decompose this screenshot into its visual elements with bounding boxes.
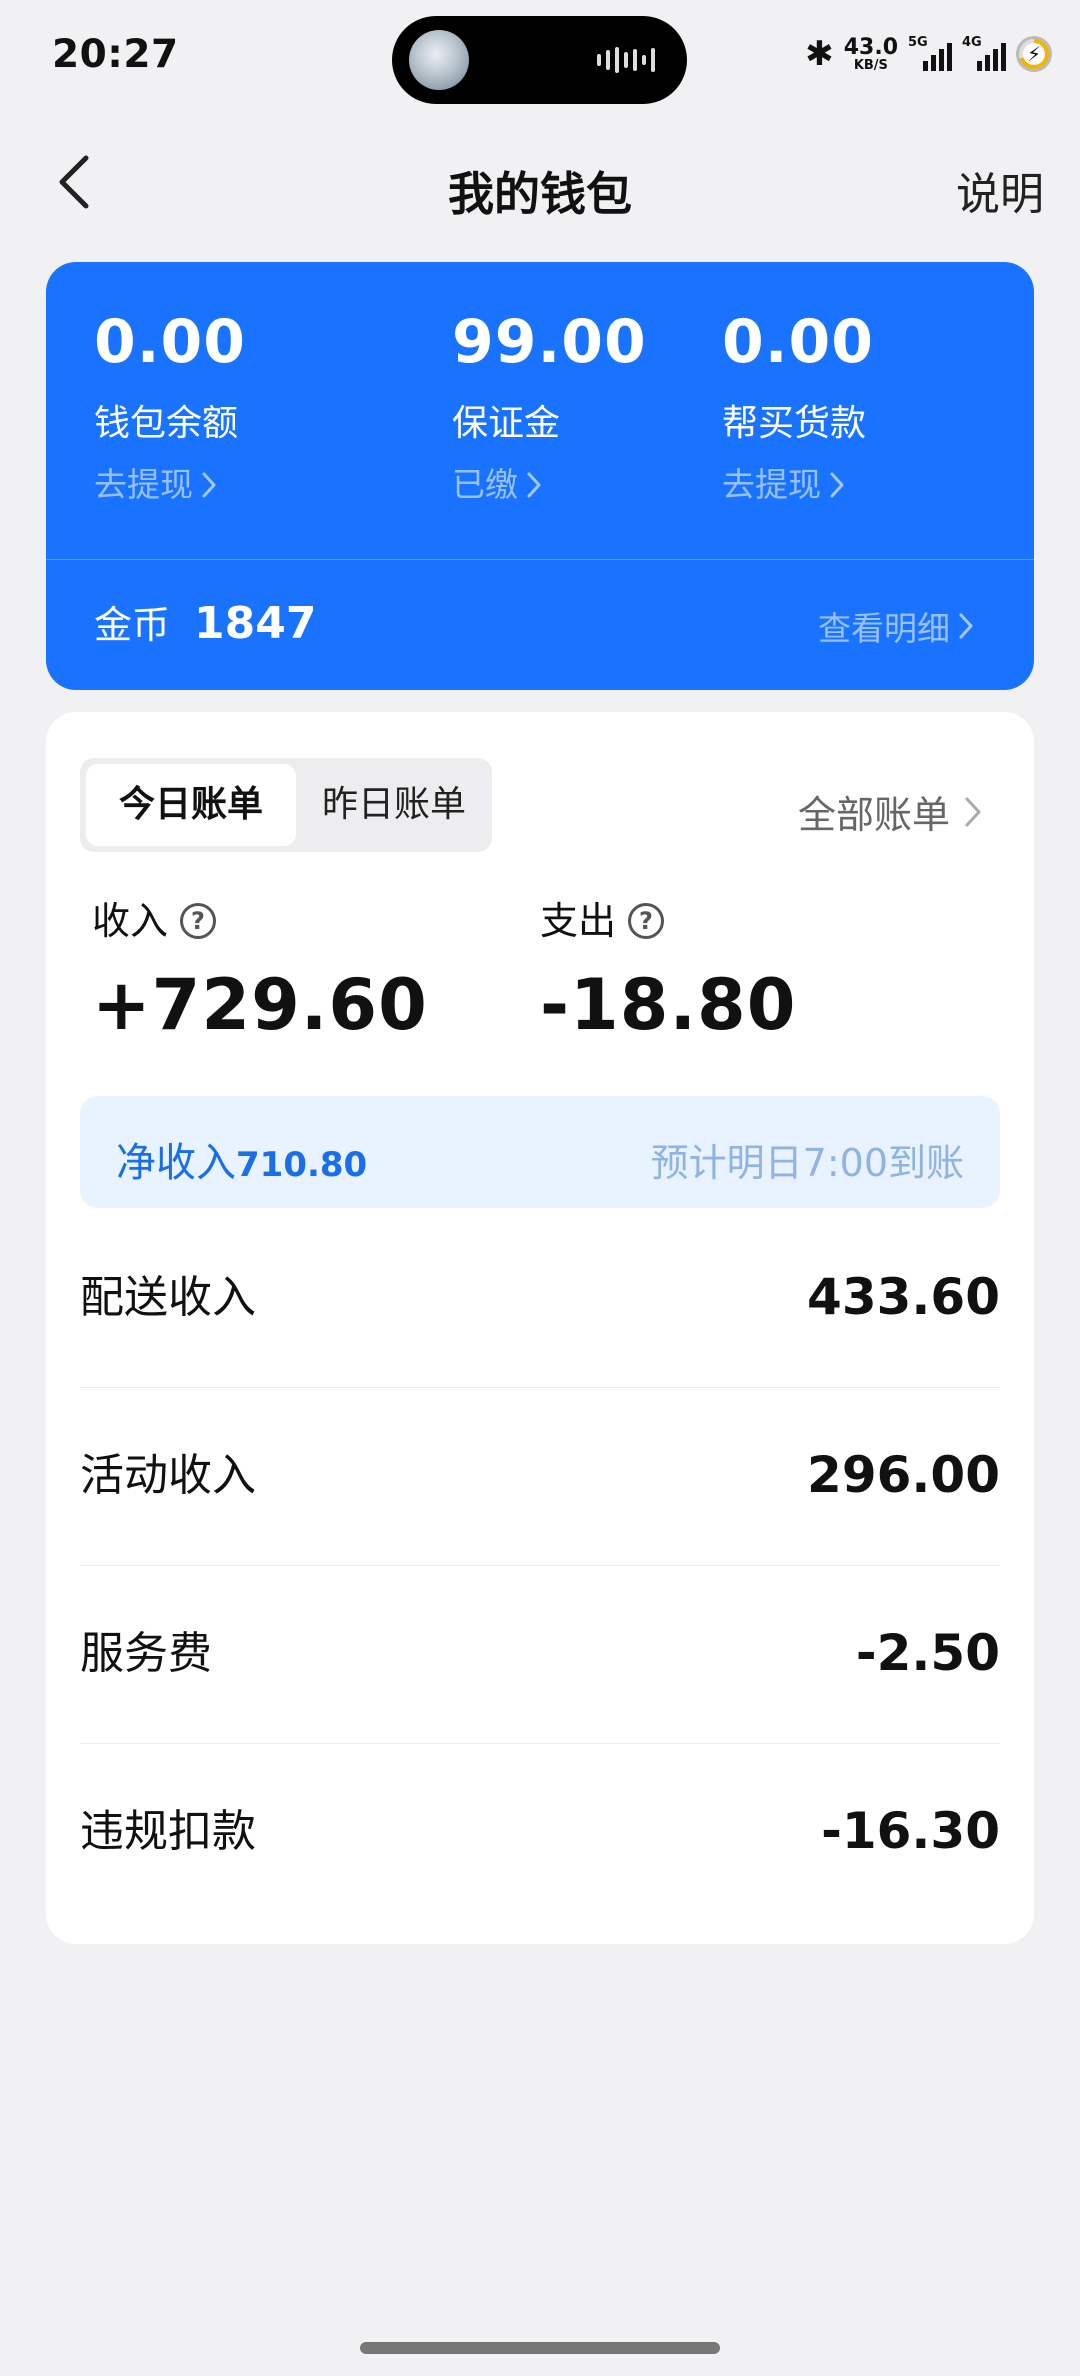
chevron-right-icon: [958, 612, 974, 640]
home-indicator[interactable]: [360, 2342, 720, 2354]
income-value: +729.60: [92, 964, 428, 1046]
item-name: 服务费: [80, 1628, 212, 1679]
income-summary: 收入 ? +729.60: [92, 902, 428, 1040]
help-circle-icon[interactable]: ?: [180, 903, 217, 939]
chevron-right-icon: [526, 471, 542, 499]
status-time: 20:27: [52, 32, 179, 77]
coins-row: 金币 1847: [94, 594, 316, 649]
bills-card: 今日账单 昨日账单 全部账单 收入 ? +729.60 支出 ? -18.80 …: [46, 712, 1034, 1944]
chevron-right-icon: [201, 471, 217, 499]
bluetooth-icon: ✱: [805, 34, 834, 74]
expense-label: 支出: [540, 899, 617, 943]
coins-label: 金币: [94, 603, 171, 647]
item-amount: 433.60: [807, 1268, 1000, 1326]
withdraw-balance-link[interactable]: 去提现: [94, 468, 246, 501]
help-circle-icon[interactable]: ?: [628, 903, 665, 939]
withdraw-purchase-link[interactable]: 去提现: [722, 468, 874, 501]
chevron-right-icon: [964, 796, 982, 828]
balance-amount: 0.00: [94, 307, 247, 377]
purchase-funds-amount: 0.00: [722, 307, 875, 377]
bill-tabs: 今日账单 昨日账单: [80, 758, 492, 852]
list-item: 服务费 -2.50: [80, 1566, 1000, 1744]
list-item: 配送收入 433.60: [80, 1210, 1000, 1388]
income-label: 收入: [92, 899, 169, 943]
expense-summary: 支出 ? -18.80: [540, 902, 796, 1040]
item-name: 违规扣款: [80, 1806, 256, 1857]
expense-value: -18.80: [540, 964, 797, 1046]
purchase-funds-section: 0.00 帮买货款 去提现: [722, 312, 874, 501]
tab-yesterday-bill[interactable]: 昨日账单: [296, 764, 492, 846]
item-amount: -16.30: [821, 1802, 1000, 1860]
coins-value: 1847: [194, 598, 317, 649]
media-avatar: [409, 30, 469, 90]
item-amount: -2.50: [855, 1624, 1000, 1682]
deposit-status-link[interactable]: 已缴: [452, 468, 647, 501]
battery-charging-icon: ⚡: [1016, 36, 1052, 72]
balance-label: 钱包余额: [94, 403, 239, 444]
item-name: 配送收入: [80, 1272, 256, 1323]
balance-section: 0.00 钱包余额 去提现: [94, 312, 246, 501]
list-item: 活动收入 296.00: [80, 1388, 1000, 1566]
nav-bar: 我的钱包 说明: [0, 118, 1080, 248]
purchase-funds-label: 帮买货款: [722, 403, 867, 444]
chevron-right-icon: [829, 471, 845, 499]
bill-items-list: 配送收入 433.60 活动收入 296.00 服务费 -2.50 违规扣款 -…: [80, 1210, 1000, 1921]
item-amount: 296.00: [807, 1446, 1000, 1504]
help-button[interactable]: 说明: [956, 158, 1044, 222]
signal-5g-icon: 5G: [908, 35, 952, 71]
deposit-amount: 99.00: [452, 307, 647, 377]
wallet-card: 0.00 钱包余额 去提现 99.00 保证金 已缴 0.00 帮买货款 去提现…: [46, 262, 1034, 690]
signal-4g-icon: 4G: [962, 35, 1006, 71]
item-name: 活动收入: [80, 1450, 256, 1501]
net-income-label: 净收入: [116, 1140, 236, 1186]
dynamic-island[interactable]: [392, 16, 687, 104]
all-bills-link[interactable]: 全部账单: [798, 784, 982, 839]
settlement-eta: 预计明日7:00到账: [650, 1141, 964, 1185]
audio-wave-icon: [597, 46, 655, 74]
view-details-link[interactable]: 查看明细: [818, 602, 974, 650]
divider: [46, 559, 1034, 560]
deposit-section: 99.00 保证金 已缴: [452, 312, 647, 501]
list-item: 违规扣款 -16.30: [80, 1744, 1000, 1921]
net-income-banner: 净收入 710.80 预计明日7:00到账: [80, 1096, 1000, 1208]
system-icons: ✱ 43.0 KB/S 5G 4G ⚡: [805, 34, 1052, 74]
tab-today-bill[interactable]: 今日账单: [86, 764, 296, 846]
page-title: 我的钱包: [448, 167, 632, 221]
network-speed: 43.0 KB/S: [843, 34, 898, 73]
net-income-value: 710.80: [236, 1145, 368, 1185]
deposit-label: 保证金: [452, 403, 561, 444]
status-bar: 20:27 ✱ 43.0 KB/S 5G 4G ⚡: [0, 0, 1080, 118]
